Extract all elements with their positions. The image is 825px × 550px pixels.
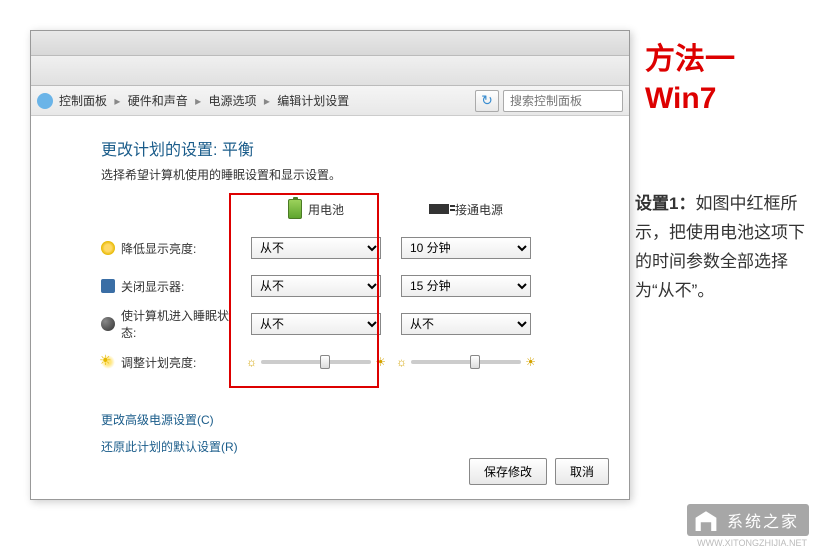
restore-defaults-link[interactable]: 还原此计划的默认设置(R) [101, 438, 589, 455]
bc-item[interactable]: 控制面板 [59, 94, 107, 108]
settings-grid: 用电池 接通电源 降低显示亮度: 从不 10 分钟 关闭显示器: 从不 15 分… [101, 199, 589, 381]
page-title: 更改计划的设置: 平衡 [101, 136, 589, 160]
col-plugged-label: 接通电源 [455, 201, 503, 218]
sun-high-icon: ☀ [375, 355, 386, 369]
annotation-step-label: 设置1： [635, 194, 695, 213]
footer-buttons: 保存修改 取消 [469, 458, 609, 485]
row-sleep: 使计算机进入睡眠状态: 从不 从不 [101, 305, 589, 343]
save-button[interactable]: 保存修改 [469, 458, 547, 485]
annotation-body: 设置1：如图中红框所示，把使用电池这项下的时间参数全部选择为“从不”。 [635, 190, 805, 306]
col-battery: 用电池 [241, 199, 391, 219]
brightness-icon [101, 355, 115, 369]
sleep-plugged-select[interactable]: 从不 [401, 313, 531, 335]
refresh-button[interactable]: ↻ [475, 90, 499, 112]
sun-low-icon: ☼ [396, 355, 407, 369]
advanced-settings-link[interactable]: 更改高级电源设置(C) [101, 411, 589, 428]
address-bar: 控制面板 ▸ 硬件和声音 ▸ 电源选项 ▸ 编辑计划设置 ↻ [31, 86, 629, 116]
row-label: 关闭显示器: [121, 278, 184, 295]
sun-high-icon: ☀ [525, 355, 536, 369]
dim-plugged-select[interactable]: 10 分钟 [401, 237, 531, 259]
plan-name: 平衡 [222, 142, 254, 159]
bc-item[interactable]: 电源选项 [208, 94, 256, 108]
row-label: 使计算机进入睡眠状态: [121, 307, 241, 341]
row-label: 降低显示亮度: [121, 240, 196, 257]
row-brightness: 调整计划亮度: ☼ ☀ ☼ ☀ [101, 343, 589, 381]
titlebar [31, 31, 629, 56]
page-subtitle: 选择希望计算机使用的睡眠设置和显示设置。 [101, 166, 589, 183]
dim-battery-select[interactable]: 从不 [251, 237, 381, 259]
watermark-name: 系统之家 [727, 508, 799, 532]
battery-icon [288, 199, 302, 219]
heading-prefix: 更改计划的设置: [101, 142, 217, 159]
chevron-right-icon: ▸ [114, 94, 120, 108]
annotation-title: 方法一 Win7 [645, 40, 795, 118]
chevron-right-icon: ▸ [264, 94, 270, 108]
window: 控制面板 ▸ 硬件和声音 ▸ 电源选项 ▸ 编辑计划设置 ↻ 更改计划的设置: … [30, 30, 630, 500]
col-plugged: 接通电源 [391, 199, 541, 219]
column-headers: 用电池 接通电源 [101, 199, 589, 219]
breadcrumb[interactable]: 控制面板 ▸ 硬件和声音 ▸ 电源选项 ▸ 编辑计划设置 [59, 92, 349, 109]
bc-item[interactable]: 编辑计划设置 [277, 94, 349, 108]
watermark-logo: 系统之家 [687, 504, 809, 536]
row-off: 关闭显示器: 从不 15 分钟 [101, 267, 589, 305]
sun-low-icon: ☼ [246, 355, 257, 369]
row-dim: 降低显示亮度: 从不 10 分钟 [101, 229, 589, 267]
content-pane: 更改计划的设置: 平衡 选择希望计算机使用的睡眠设置和显示设置。 用电池 接通电… [31, 116, 629, 475]
annotation-title-l1: 方法一 [645, 40, 795, 79]
chevron-right-icon: ▸ [195, 94, 201, 108]
sleep-battery-select[interactable]: 从不 [251, 313, 381, 335]
sleep-icon [101, 317, 115, 331]
dim-icon [101, 241, 115, 255]
cancel-button[interactable]: 取消 [555, 458, 609, 485]
watermark-url: WWW.XITONGZHIJIA.NET [697, 538, 807, 548]
plug-icon [429, 204, 449, 214]
display-off-icon [101, 279, 115, 293]
annotation-title-l2: Win7 [645, 79, 795, 118]
links: 更改高级电源设置(C) 还原此计划的默认设置(R) [101, 411, 589, 455]
bc-item[interactable]: 硬件和声音 [128, 94, 188, 108]
toolbar [31, 56, 629, 86]
off-plugged-select[interactable]: 15 分钟 [401, 275, 531, 297]
nav-back-icon[interactable] [37, 93, 53, 109]
brightness-plugged-slider[interactable]: ☼ ☀ [396, 355, 536, 369]
off-battery-select[interactable]: 从不 [251, 275, 381, 297]
search-input[interactable] [503, 90, 623, 112]
col-battery-label: 用电池 [308, 201, 344, 218]
brightness-battery-slider[interactable]: ☼ ☀ [246, 355, 386, 369]
house-icon [693, 509, 719, 531]
row-label: 调整计划亮度: [121, 354, 196, 371]
